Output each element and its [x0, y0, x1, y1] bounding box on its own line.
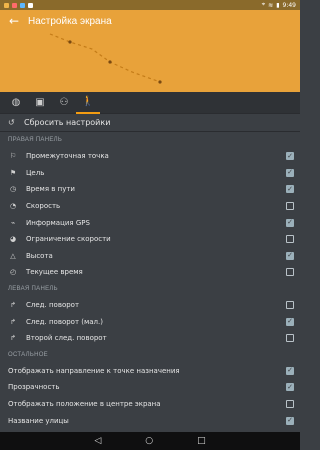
setting-row[interactable]: Прозрачность — [0, 379, 300, 396]
checkbox[interactable] — [286, 301, 294, 310]
system-nav-bar: ◁ ○ □ — [0, 432, 300, 450]
setting-label: След. поворот — [26, 301, 80, 310]
setting-label: Отображать положение в центре экрана — [8, 400, 161, 409]
status-right: ⌖ ≋ ▮ 9:49 — [262, 1, 296, 9]
notification-icon — [28, 2, 33, 8]
setting-label: Название улицы — [8, 416, 69, 425]
checkbox[interactable] — [286, 366, 294, 375]
tab-bicycle[interactable]: ⚇ — [52, 92, 76, 114]
section-other: ОСТАЛЬНОЕ — [8, 351, 48, 358]
back-icon[interactable]: ← — [8, 15, 20, 27]
wifi-icon: ≋ — [268, 1, 274, 9]
checkbox[interactable] — [286, 317, 294, 326]
checkbox[interactable] — [286, 383, 294, 392]
speed-limit-icon: ◕ — [9, 235, 17, 244]
notification-icon — [4, 2, 9, 8]
setting-row[interactable]: ⌁ Информация GPS — [0, 214, 300, 231]
setting-row[interactable]: ↱ След. поворот (мал.) — [0, 313, 300, 330]
setting-row[interactable]: ⚑ Цель — [0, 165, 300, 182]
map-preview: ← Настройка экрана — [0, 10, 300, 92]
bicycle-icon: ⚇ — [59, 97, 69, 108]
recents-nav-icon[interactable]: □ — [197, 436, 206, 446]
section-right-panel: ПРАВАЯ ПАНЕЛЬ — [8, 137, 63, 143]
app-bar: ← Настройка экрана — [0, 10, 112, 32]
setting-label: Отображать направление к точке назначени… — [8, 366, 180, 375]
checkbox[interactable] — [286, 168, 294, 177]
checkbox[interactable] — [286, 152, 294, 161]
setting-row[interactable]: ↱ След. поворот — [0, 297, 300, 314]
turn-icon: ↱ — [10, 301, 16, 310]
gps-icon: ⌁ — [10, 218, 16, 227]
flag-icon: ⚑ — [9, 168, 17, 177]
setting-label: Информация GPS — [26, 218, 90, 227]
speedometer-icon: ◔ — [9, 202, 17, 211]
checkbox[interactable] — [286, 334, 294, 343]
status-left — [4, 2, 33, 8]
page-title: Настройка экрана — [28, 15, 112, 27]
mode-tabs: ◍ ▣ ⚇ 🚶 — [0, 92, 300, 114]
setting-label: Высота — [26, 251, 53, 260]
turn-small-icon: ↱ — [10, 317, 16, 326]
setting-row[interactable]: Отображать направление к точке назначени… — [0, 363, 300, 380]
checkbox[interactable] — [286, 268, 294, 277]
reset-icon: ↺ — [8, 118, 15, 127]
flag-small-icon: ⚐ — [9, 152, 17, 161]
notification-icon — [20, 2, 25, 8]
tab-globe[interactable]: ◍ — [4, 92, 28, 114]
checkbox[interactable] — [286, 400, 294, 409]
setting-label: След. поворот (мал.) — [26, 317, 103, 326]
setting-row[interactable]: Название улицы — [0, 412, 300, 429]
mountain-icon: △ — [10, 251, 16, 260]
setting-row[interactable]: ◕ Ограничение скорости — [0, 231, 300, 248]
turn-second-icon: ↱ — [10, 334, 16, 343]
checkbox[interactable] — [286, 416, 294, 425]
settings-content: ↺ Сбросить настройки ПРАВАЯ ПАНЕЛЬ ⚐ Про… — [0, 114, 300, 432]
checkbox[interactable] — [286, 202, 294, 211]
setting-label: Цель — [26, 168, 45, 177]
tab-pedestrian[interactable]: 🚶 — [76, 92, 100, 114]
status-bar: ⌖ ≋ ▮ 9:49 — [0, 0, 300, 10]
tab-car[interactable]: ▣ — [28, 92, 52, 114]
setting-label: Прозрачность — [8, 383, 60, 392]
checkbox[interactable] — [286, 235, 294, 244]
globe-icon: ◍ — [11, 97, 21, 108]
status-time: 9:49 — [282, 1, 296, 9]
checkbox[interactable] — [286, 251, 294, 260]
reset-label: Сбросить настройки — [24, 118, 111, 127]
checkbox[interactable] — [286, 218, 294, 227]
setting-label: Второй след. поворот — [26, 334, 107, 343]
time-icon: ◴ — [9, 268, 17, 277]
car-icon: ▣ — [35, 97, 45, 108]
checkbox[interactable] — [286, 185, 294, 194]
setting-label: Время в пути — [26, 185, 75, 194]
pedestrian-icon: 🚶 — [81, 96, 95, 107]
setting-row[interactable]: ◴ Текущее время — [0, 264, 300, 281]
reset-settings[interactable]: ↺ Сбросить настройки — [0, 114, 300, 132]
setting-row[interactable]: ↱ Второй след. поворот — [0, 330, 300, 347]
setting-label: Текущее время — [26, 268, 83, 277]
setting-label: Ограничение скорости — [26, 235, 111, 244]
setting-row[interactable]: ⚐ Промежуточная точка — [0, 148, 300, 165]
home-nav-icon[interactable]: ○ — [145, 436, 153, 446]
setting-row[interactable]: Отображать положение в центре экрана — [0, 396, 300, 413]
setting-row[interactable]: ◔ Скорость — [0, 198, 300, 215]
battery-icon: ▮ — [276, 1, 280, 9]
section-left-panel: ЛЕВАЯ ПАНЕЛЬ — [8, 285, 58, 292]
notification-icon — [12, 2, 17, 8]
back-nav-icon[interactable]: ◁ — [94, 436, 101, 446]
clock-icon: ◷ — [9, 185, 17, 194]
setting-row[interactable]: △ Высота — [0, 248, 300, 265]
location-icon: ⌖ — [261, 1, 266, 8]
setting-label: Промежуточная точка — [26, 152, 109, 161]
setting-label: Скорость — [26, 202, 61, 211]
setting-row[interactable]: ◷ Время в пути — [0, 181, 300, 198]
